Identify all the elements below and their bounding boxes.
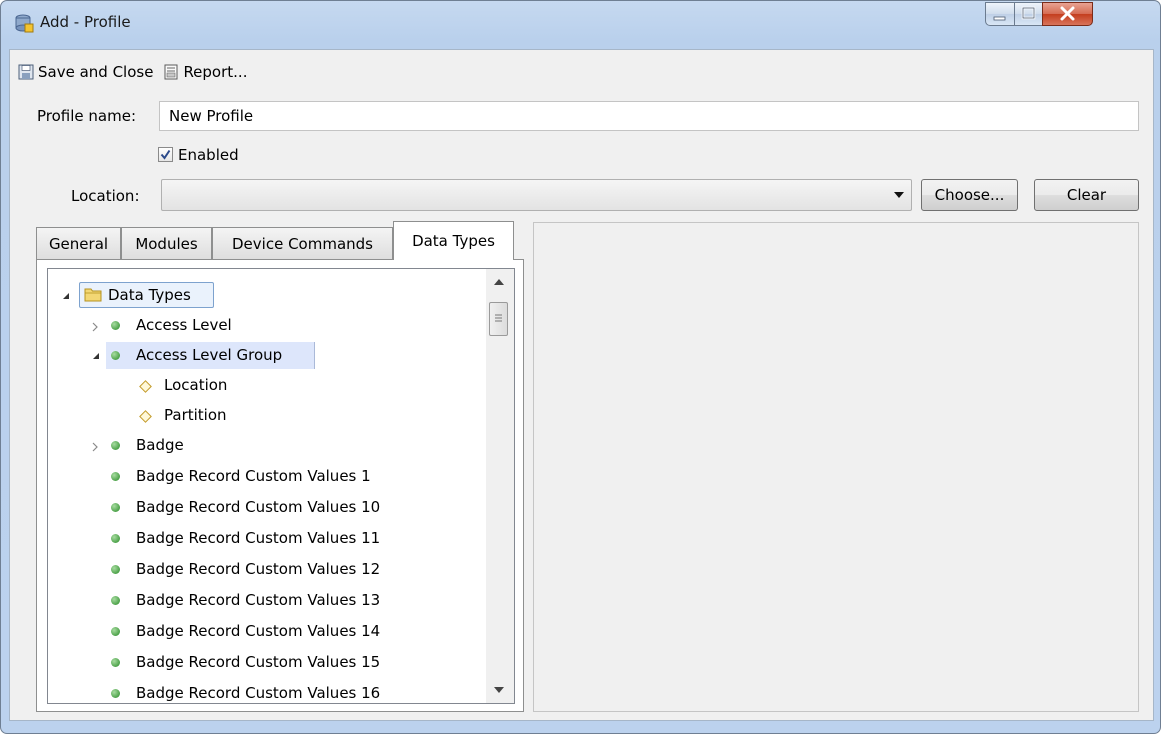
scroll-down-arrow-icon[interactable] (494, 687, 504, 693)
profile-name-field[interactable]: New Profile (159, 101, 1139, 131)
grip-icon (495, 314, 502, 322)
tree-vertical-scrollbar[interactable] (486, 269, 514, 703)
report-label: Report... (183, 63, 248, 81)
tab-general-label: General (48, 234, 109, 253)
toolbar: Save and Close Report... (18, 60, 257, 84)
collapsed-chevron-icon[interactable] (92, 322, 99, 332)
save-and-close-label: Save and Close (38, 63, 154, 81)
green-dot-icon (111, 441, 120, 450)
tree-item-label: Badge (136, 436, 184, 454)
tree-item[interactable]: Partition (48, 402, 484, 430)
green-dot-icon (111, 534, 120, 543)
tab-device-commands-label: Device Commands (232, 234, 373, 253)
tree-item-label: Badge Record Custom Values 15 (136, 653, 381, 671)
green-dot-icon (111, 472, 120, 481)
tree-item-label: Partition (164, 406, 227, 424)
profile-name-label: Profile name: (37, 107, 137, 125)
tree-item-label: Access Level Group (136, 346, 283, 364)
clear-button[interactable]: Clear (1034, 179, 1139, 211)
green-dot-icon (111, 321, 120, 330)
green-dot-icon (111, 503, 120, 512)
tree-item[interactable]: Badge Record Custom Values 10 (48, 494, 484, 522)
tree-item-selected[interactable]: Access Level Group (48, 342, 484, 370)
choose-label: Choose... (934, 186, 1005, 204)
expanded-triangle-icon[interactable] (62, 292, 70, 300)
close-icon (1060, 6, 1075, 21)
maximize-icon (1021, 6, 1036, 20)
profile-window: Add - Profile Save and Close Report... P… (0, 0, 1161, 734)
green-dot-icon (111, 565, 120, 574)
enabled-label: Enabled (178, 146, 239, 164)
tree-item[interactable]: Badge Record Custom Values 1 (48, 463, 484, 491)
tree-item-label: Badge Record Custom Values 13 (136, 591, 381, 609)
report-button[interactable]: Report... (163, 63, 247, 81)
tree-item-label: Access Level (136, 316, 232, 334)
tree-item[interactable]: Location (48, 372, 484, 400)
enabled-checkbox[interactable] (158, 147, 173, 162)
green-dot-icon (111, 351, 120, 360)
tree-item-label: Badge Record Custom Values 14 (136, 622, 381, 640)
detail-panel (533, 222, 1139, 712)
expanded-triangle-icon[interactable] (92, 352, 100, 360)
tree-item[interactable]: Badge Record Custom Values 12 (48, 556, 484, 584)
choose-button[interactable]: Choose... (921, 179, 1018, 211)
scroll-up-arrow-icon[interactable] (494, 279, 504, 285)
tab-data-types[interactable]: Data Types (393, 221, 514, 260)
tree-item-label: Badge Record Custom Values 11 (136, 529, 381, 547)
database-icon (15, 14, 34, 33)
tab-general[interactable]: General (36, 227, 121, 259)
tree-item[interactable]: Badge (48, 432, 484, 460)
tab-device-commands[interactable]: Device Commands (212, 227, 393, 259)
tree-root-data-types[interactable]: Data Types (48, 282, 484, 310)
tree-item-label: Badge Record Custom Values 12 (136, 560, 381, 578)
scrollbar-thumb[interactable] (489, 302, 508, 336)
save-and-close-button[interactable]: Save and Close (18, 63, 153, 81)
tree-item[interactable]: Badge Record Custom Values 15 (48, 649, 484, 677)
location-label: Location: (71, 187, 140, 205)
clear-label: Clear (1066, 186, 1107, 204)
folder-icon (84, 288, 102, 302)
profile-name-value: New Profile (169, 107, 254, 125)
collapsed-chevron-icon[interactable] (92, 442, 99, 452)
report-icon (164, 64, 178, 80)
data-types-tree[interactable]: Data Types Access Level Access Level Gro… (47, 268, 515, 704)
location-dropdown[interactable] (161, 179, 912, 211)
maximize-button[interactable] (1014, 2, 1043, 26)
tree-item[interactable]: Access Level (48, 312, 484, 340)
dialog-client-area: Save and Close Report... Profile name: N… (9, 49, 1154, 721)
tree-item-label: Location (164, 376, 228, 394)
diamond-icon (139, 380, 152, 393)
diamond-icon (139, 410, 152, 423)
green-dot-icon (111, 627, 120, 636)
window-title: Add - Profile (40, 13, 131, 31)
green-dot-icon (111, 689, 120, 698)
tree-item-label: Badge Record Custom Values 1 (136, 467, 371, 485)
tree-root-label: Data Types (108, 286, 191, 304)
tab-modules-label: Modules (135, 234, 198, 253)
data-types-tab-panel: Data Types Access Level Access Level Gro… (36, 259, 524, 712)
tree-item-label: Badge Record Custom Values 16 (136, 684, 381, 702)
green-dot-icon (111, 658, 120, 667)
dropdown-arrow-icon (894, 192, 904, 198)
tree-item[interactable]: Badge Record Custom Values 14 (48, 618, 484, 646)
minimize-icon (993, 16, 1006, 21)
tree-item[interactable]: Badge Record Custom Values 11 (48, 525, 484, 553)
title-bar[interactable]: Add - Profile (1, 1, 1160, 47)
tree-item-label: Badge Record Custom Values 10 (136, 498, 381, 516)
tab-modules[interactable]: Modules (121, 227, 212, 259)
tree-item[interactable]: Badge Record Custom Values 13 (48, 587, 484, 615)
tab-data-types-label: Data Types (412, 232, 495, 250)
green-dot-icon (111, 596, 120, 605)
floppy-disk-icon (18, 64, 34, 80)
tree-item[interactable]: Badge Record Custom Values 16 (48, 680, 484, 703)
close-button[interactable] (1042, 2, 1093, 26)
checkmark-icon (160, 149, 171, 160)
minimize-button[interactable] (985, 2, 1015, 26)
